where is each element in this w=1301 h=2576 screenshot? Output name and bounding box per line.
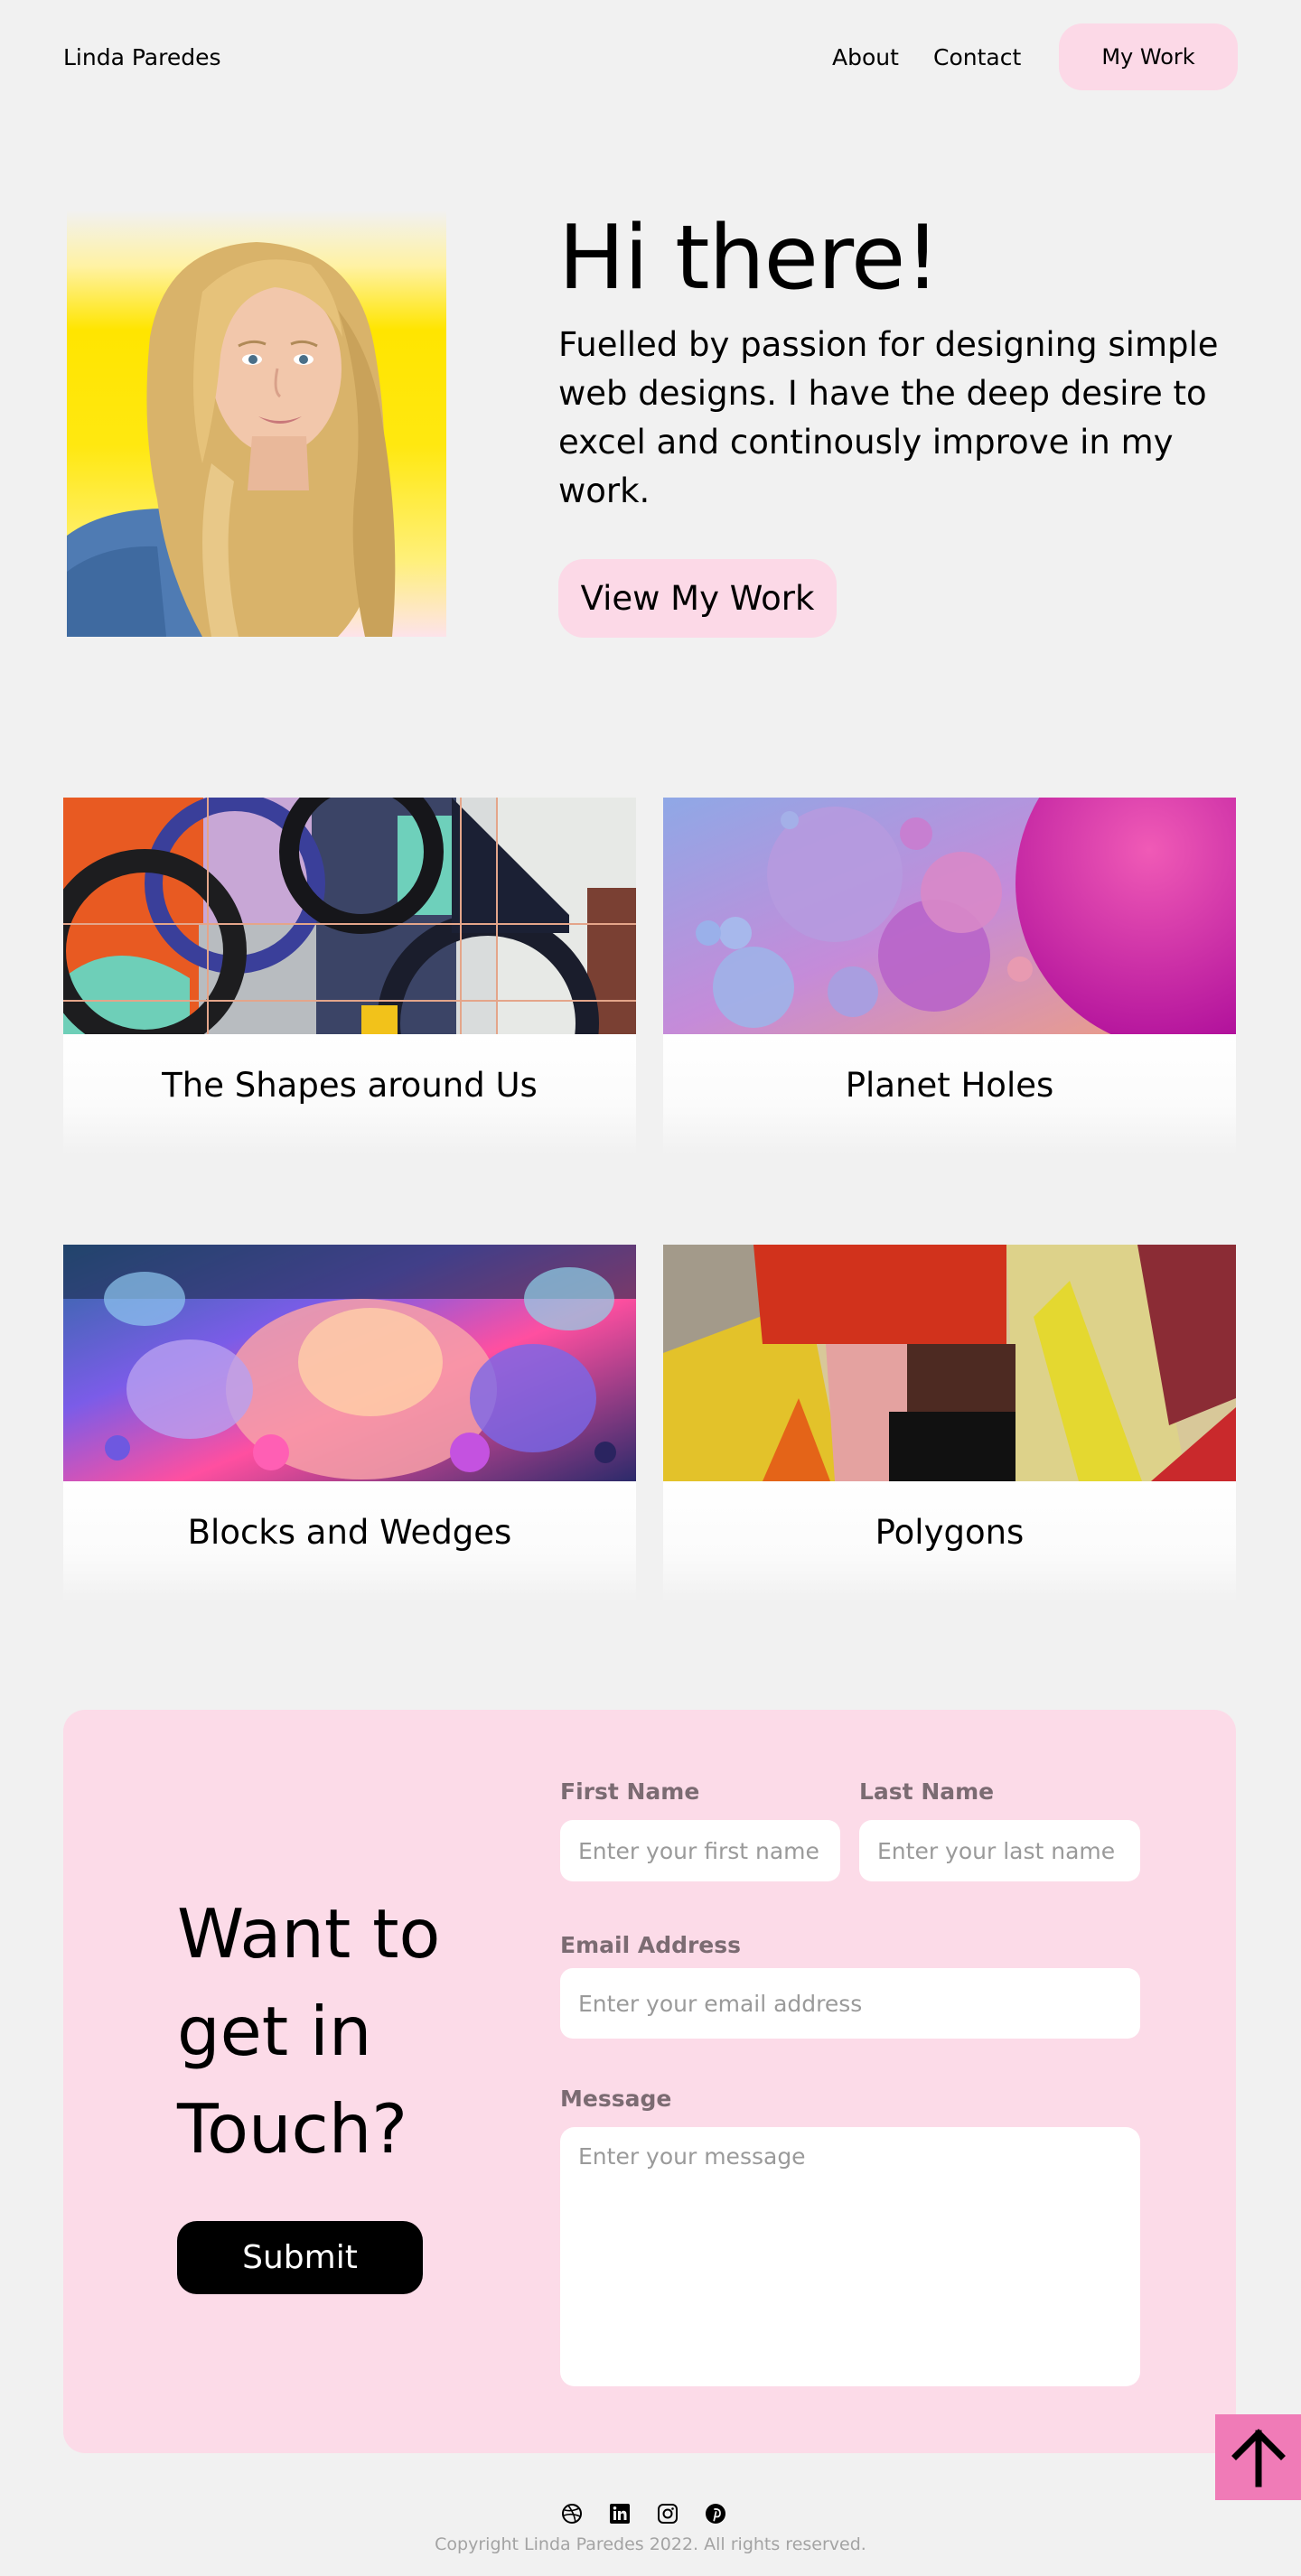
nav-link-about[interactable]: About — [832, 43, 899, 72]
last-name-label: Last Name — [859, 1778, 995, 1805]
last-name-input[interactable] — [859, 1820, 1140, 1881]
social-links — [560, 2502, 726, 2525]
project-card-polygons[interactable]: Polygons — [663, 1245, 1236, 1601]
pinterest-icon[interactable] — [704, 2502, 726, 2525]
project-card-blocks-wedges[interactable]: Blocks and Wedges — [63, 1245, 636, 1601]
message-textarea[interactable] — [560, 2127, 1140, 2386]
top-nav: Linda Paredes About Contact My Work — [0, 0, 1301, 116]
project-card-planet-holes[interactable]: Planet Holes — [663, 798, 1236, 1154]
hero-title: Hi there! — [558, 207, 941, 310]
project-title: The Shapes around Us — [63, 1034, 636, 1154]
project-title: Polygons — [663, 1481, 1236, 1601]
first-name-input[interactable] — [560, 1820, 840, 1881]
email-input[interactable] — [560, 1968, 1140, 2039]
my-work-button[interactable]: My Work — [1059, 23, 1238, 90]
email-label: Email Address — [560, 1932, 742, 1958]
message-label: Message — [560, 2086, 672, 2112]
project-image — [63, 1245, 636, 1481]
project-image — [663, 798, 1236, 1034]
instagram-icon[interactable] — [656, 2502, 679, 2525]
project-image — [63, 798, 636, 1034]
linkedin-icon[interactable] — [608, 2502, 631, 2525]
nav-link-contact[interactable]: Contact — [933, 43, 1021, 72]
project-image — [663, 1245, 1236, 1481]
hero-description: Fuelled by passion for designing simple … — [558, 325, 1219, 510]
first-name-label: First Name — [560, 1778, 700, 1805]
project-card-shapes[interactable]: The Shapes around Us — [63, 798, 636, 1154]
submit-button[interactable]: Submit — [177, 2221, 423, 2294]
back-to-top-button[interactable] — [1215, 2414, 1301, 2500]
profile-photo — [67, 210, 446, 637]
arrow-up-icon — [1231, 2428, 1286, 2487]
view-my-work-button[interactable]: View My Work — [558, 559, 837, 638]
copyright-text: Copyright Linda Paredes 2022. All rights… — [435, 2534, 866, 2554]
dribbble-icon[interactable] — [560, 2502, 583, 2525]
project-title: Planet Holes — [663, 1034, 1236, 1154]
contact-section: Want to get in Touch? Submit First Name … — [63, 1710, 1236, 2453]
project-title: Blocks and Wedges — [63, 1481, 636, 1601]
contact-title: Want to get in Touch? — [177, 1894, 441, 2169]
brand-name[interactable]: Linda Paredes — [63, 43, 221, 72]
